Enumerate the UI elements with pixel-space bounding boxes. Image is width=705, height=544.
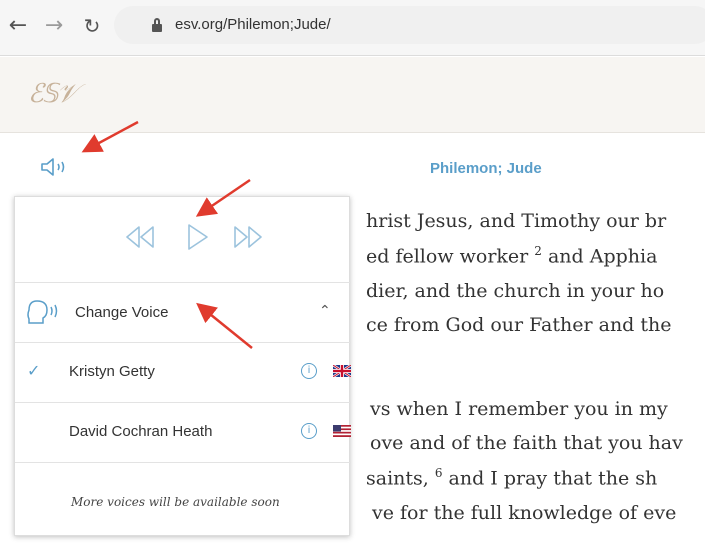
checkmark-icon: ✓ bbox=[27, 361, 41, 380]
chevron-up-icon[interactable]: ⌃ bbox=[319, 303, 331, 319]
voice-person-icon bbox=[27, 300, 58, 324]
verse-line: ove and of the faith that you hav bbox=[370, 432, 683, 454]
play-icon[interactable] bbox=[179, 219, 215, 255]
verse-line: ve for the full knowledge of eve bbox=[372, 502, 677, 524]
uk-flag-icon bbox=[333, 365, 351, 377]
change-voice-label: Change Voice bbox=[75, 304, 169, 321]
rewind-icon[interactable] bbox=[121, 219, 157, 255]
voice-option-david-cochran-heath[interactable]: David Cochran Heath i bbox=[15, 403, 351, 463]
info-icon[interactable]: i bbox=[301, 363, 317, 379]
voice-name: David Cochran Heath bbox=[69, 423, 213, 440]
info-icon[interactable]: i bbox=[301, 423, 317, 439]
verse-line: hrist Jesus, and Timothy our br bbox=[366, 210, 667, 232]
change-voice-toggle[interactable]: Change Voice ⌃ bbox=[15, 283, 351, 343]
verse-line: dier, and the church in your ho bbox=[366, 280, 665, 302]
audio-panel: Change Voice ⌃ ✓ Kristyn Getty i David C… bbox=[14, 196, 351, 536]
voice-option-kristyn-getty[interactable]: ✓ Kristyn Getty i bbox=[15, 343, 351, 403]
verse-number: 2 bbox=[534, 244, 542, 258]
verse-number: 6 bbox=[434, 466, 443, 480]
voice-name: Kristyn Getty bbox=[69, 363, 155, 380]
verse-line: vs when I remember you in my bbox=[370, 398, 668, 420]
us-flag-icon bbox=[333, 425, 351, 437]
verse-line: ed fellow worker 2 and Apphia bbox=[366, 244, 658, 268]
verse-line: saints, 6 and I pray that the sh bbox=[366, 466, 658, 490]
fast-forward-icon[interactable] bbox=[229, 219, 269, 255]
verse-line: ce from God our Father and the bbox=[366, 314, 672, 336]
more-voices-note: More voices will be available soon bbox=[71, 495, 280, 509]
player-controls bbox=[15, 197, 351, 283]
